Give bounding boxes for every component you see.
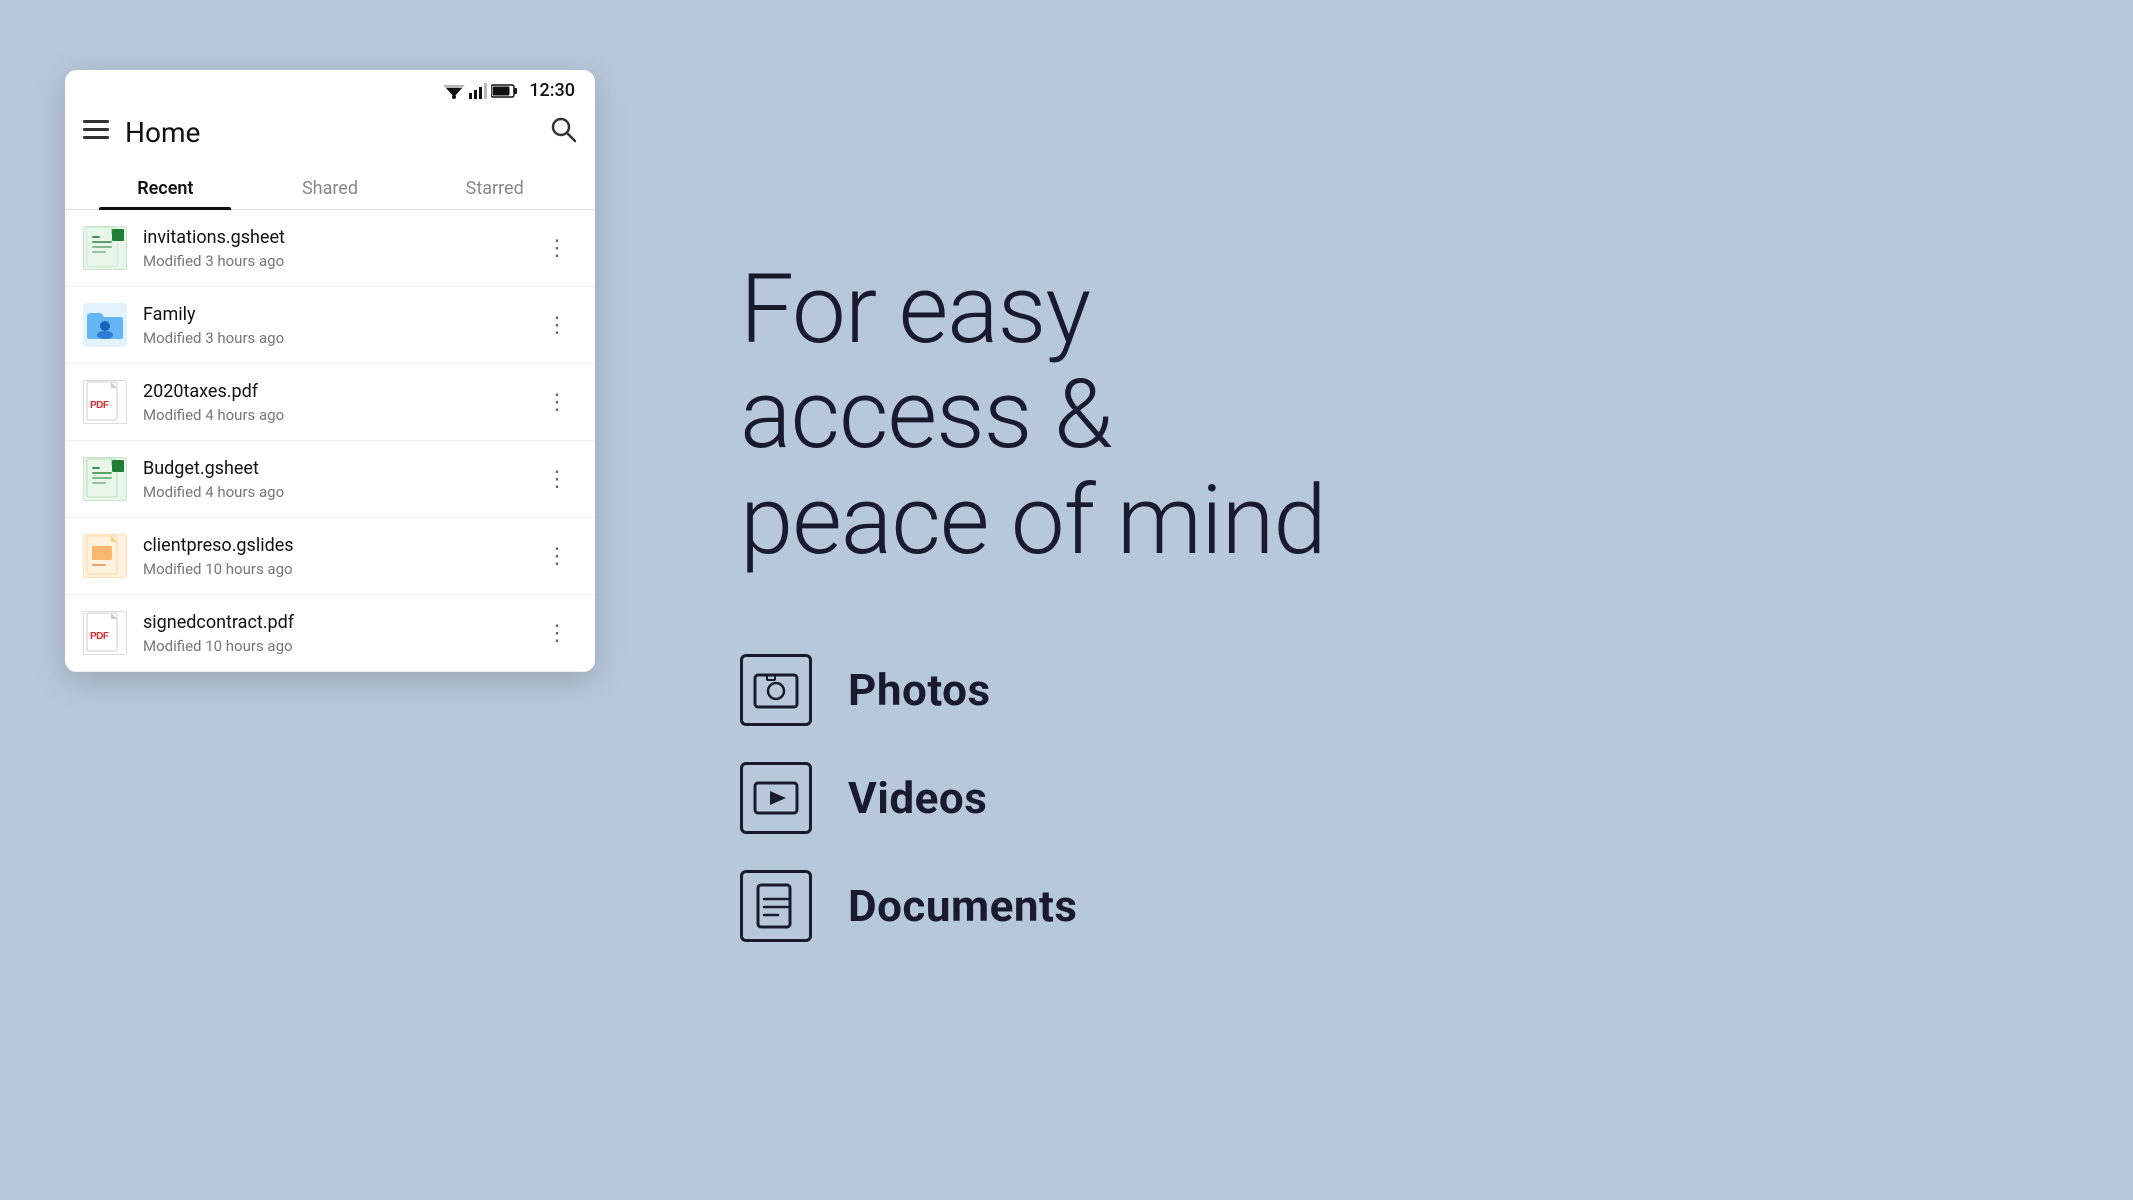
left-panel: 12:30 Home Recent [0,0,660,1200]
file-info: invitations.gsheet Modified 3 hours ago [143,226,538,269]
gsheet-icon [83,457,127,501]
file-info: Budget.gsheet Modified 4 hours ago [143,457,538,500]
hero-text: For easy access & peace of mind [740,258,2053,575]
battery-icon [491,84,517,98]
more-button[interactable]: ⋮ [538,386,577,419]
pdf-icon: PDF [83,611,127,655]
file-info: Family Modified 3 hours ago [143,303,538,346]
file-meta: Modified 3 hours ago [143,252,538,270]
file-name: invitations.gsheet [143,226,538,249]
more-button[interactable]: ⋮ [538,463,577,496]
file-info: 2020taxes.pdf Modified 4 hours ago [143,380,538,423]
file-name: clientpreso.gslides [143,534,538,557]
list-item[interactable]: Budget.gsheet Modified 4 hours ago ⋮ [65,441,595,518]
list-item[interactable]: PDF 2020taxes.pdf Modified 4 hours ago ⋮ [65,364,595,441]
file-meta: Modified 10 hours ago [143,560,538,578]
tabs: Recent Shared Starred [65,164,595,210]
status-bar: 12:30 [65,70,595,105]
right-panel: For easy access & peace of mind Photos [660,0,2133,1200]
photos-icon [740,654,812,726]
file-meta: Modified 10 hours ago [143,637,538,655]
file-meta: Modified 4 hours ago [143,406,538,424]
signal-icon [469,83,487,99]
file-name: signedcontract.pdf [143,611,538,634]
file-name: Family [143,303,538,326]
list-item[interactable]: PDF signedcontract.pdf Modified 10 hours… [65,595,595,672]
search-button[interactable] [549,115,577,150]
gsheet-icon [83,226,127,270]
tab-shared[interactable]: Shared [248,164,413,209]
svg-text:PDF: PDF [90,400,109,411]
status-icons [443,83,517,99]
tab-starred[interactable]: Starred [412,164,577,209]
file-meta: Modified 4 hours ago [143,483,538,501]
more-button[interactable]: ⋮ [538,309,577,342]
file-info: signedcontract.pdf Modified 10 hours ago [143,611,538,654]
folder-shared-icon [83,303,127,347]
list-item[interactable]: clientpreso.gslides Modified 10 hours ag… [65,518,595,595]
tab-recent[interactable]: Recent [83,164,248,209]
svg-text:PDF: PDF [90,631,109,642]
feature-item-documents: Documents [740,870,2053,942]
photos-label: Photos [848,664,991,716]
app-title: Home [125,116,533,149]
file-info: clientpreso.gslides Modified 10 hours ag… [143,534,538,577]
feature-item-videos: Videos [740,762,2053,834]
file-name: 2020taxes.pdf [143,380,538,403]
feature-item-photos: Photos [740,654,2053,726]
file-name: Budget.gsheet [143,457,538,480]
file-list: invitations.gsheet Modified 3 hours ago … [65,210,595,672]
list-item[interactable]: Family Modified 3 hours ago ⋮ [65,287,595,364]
more-button[interactable]: ⋮ [538,617,577,650]
menu-icon[interactable] [83,120,109,145]
videos-label: Videos [848,772,987,824]
documents-icon [740,870,812,942]
file-meta: Modified 3 hours ago [143,329,538,347]
pdf-icon: PDF [83,380,127,424]
feature-list: Photos Videos Documents [740,654,2053,942]
documents-label: Documents [848,880,1078,932]
top-bar: Home [65,105,595,164]
videos-icon [740,762,812,834]
more-button[interactable]: ⋮ [538,232,577,265]
gslides-icon [83,534,127,578]
phone-card: 12:30 Home Recent [65,70,595,672]
status-time: 12:30 [529,80,575,101]
more-button[interactable]: ⋮ [538,540,577,573]
list-item[interactable]: invitations.gsheet Modified 3 hours ago … [65,210,595,287]
wifi-icon [443,83,465,99]
